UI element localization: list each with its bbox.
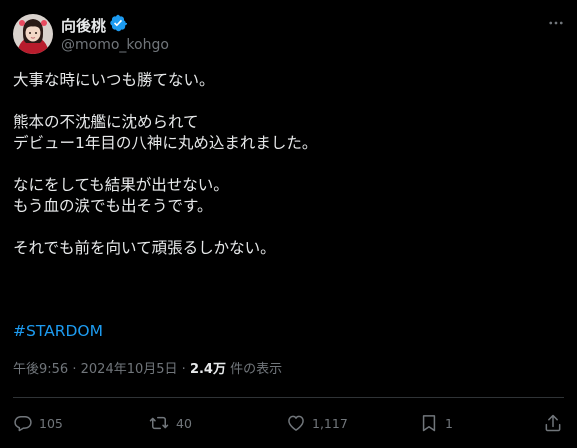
verified-badge-icon bbox=[109, 14, 128, 37]
avatar-image bbox=[13, 14, 53, 54]
post-date: 2024年10月5日 bbox=[80, 362, 178, 377]
share-icon bbox=[545, 414, 561, 432]
reply-count: 105 bbox=[39, 415, 63, 431]
tweet-line: 大事な時にいつも勝てない。 bbox=[13, 71, 215, 89]
retweet-count: 40 bbox=[176, 415, 192, 431]
retweet-button[interactable]: 40 bbox=[148, 411, 192, 435]
display-name[interactable]: 向後桃 bbox=[61, 14, 128, 37]
tweet-meta: 午後9:56 · 2024年10月5日 · 2.4万 件の表示 bbox=[13, 361, 282, 379]
tweet-text: 大事な時にいつも勝てない。 熊本の不沈艦に沈められて デビュー1年目の八神に丸め… bbox=[13, 70, 553, 259]
more-horizontal-icon bbox=[549, 21, 563, 25]
post-time: 午後9:56 bbox=[13, 362, 69, 377]
meta-separator: · bbox=[72, 362, 77, 377]
hashtag-link[interactable]: #STARDOM bbox=[13, 321, 103, 342]
views-label: 件の表示 bbox=[230, 362, 283, 377]
tweet-detail: 向後桃 @momo_kohgo 大事な時にいつも勝てない。 熊本の不沈艦に沈めら… bbox=[0, 0, 577, 448]
avatar[interactable] bbox=[13, 14, 53, 54]
author-handle[interactable]: @momo_kohgo bbox=[61, 36, 169, 54]
retweet-icon bbox=[149, 416, 169, 430]
tweet-line: それでも前を向いて頑張るしかない。 bbox=[13, 239, 276, 257]
reply-button[interactable]: 105 bbox=[13, 411, 63, 435]
tweet-line: 熊本の不沈艦に沈められて bbox=[13, 113, 199, 131]
tweet-line: デビュー1年目の八神に丸め込まれました。 bbox=[13, 134, 318, 152]
like-button[interactable]: 1,117 bbox=[286, 411, 348, 435]
divider bbox=[13, 397, 564, 398]
like-count: 1,117 bbox=[312, 415, 348, 431]
views-count: 2.4万 bbox=[189, 362, 226, 377]
tweet-line: もう血の涙でも出そうです。 bbox=[13, 197, 213, 215]
share-button[interactable] bbox=[543, 411, 563, 435]
bookmark-icon bbox=[422, 415, 436, 432]
more-options-button[interactable] bbox=[545, 12, 567, 34]
reply-icon bbox=[14, 416, 32, 432]
meta-separator: · bbox=[181, 362, 186, 377]
post-time-link[interactable]: 午後9:56 · 2024年10月5日 bbox=[13, 362, 178, 377]
heart-icon bbox=[288, 415, 304, 431]
action-bar: 105 40 1,117 1 bbox=[13, 411, 564, 435]
display-name-text: 向後桃 bbox=[61, 16, 107, 35]
bookmark-count: 1 bbox=[445, 415, 453, 431]
tweet-line: なにをしても結果が出せない。 bbox=[13, 176, 229, 194]
bookmark-button[interactable]: 1 bbox=[419, 411, 453, 435]
